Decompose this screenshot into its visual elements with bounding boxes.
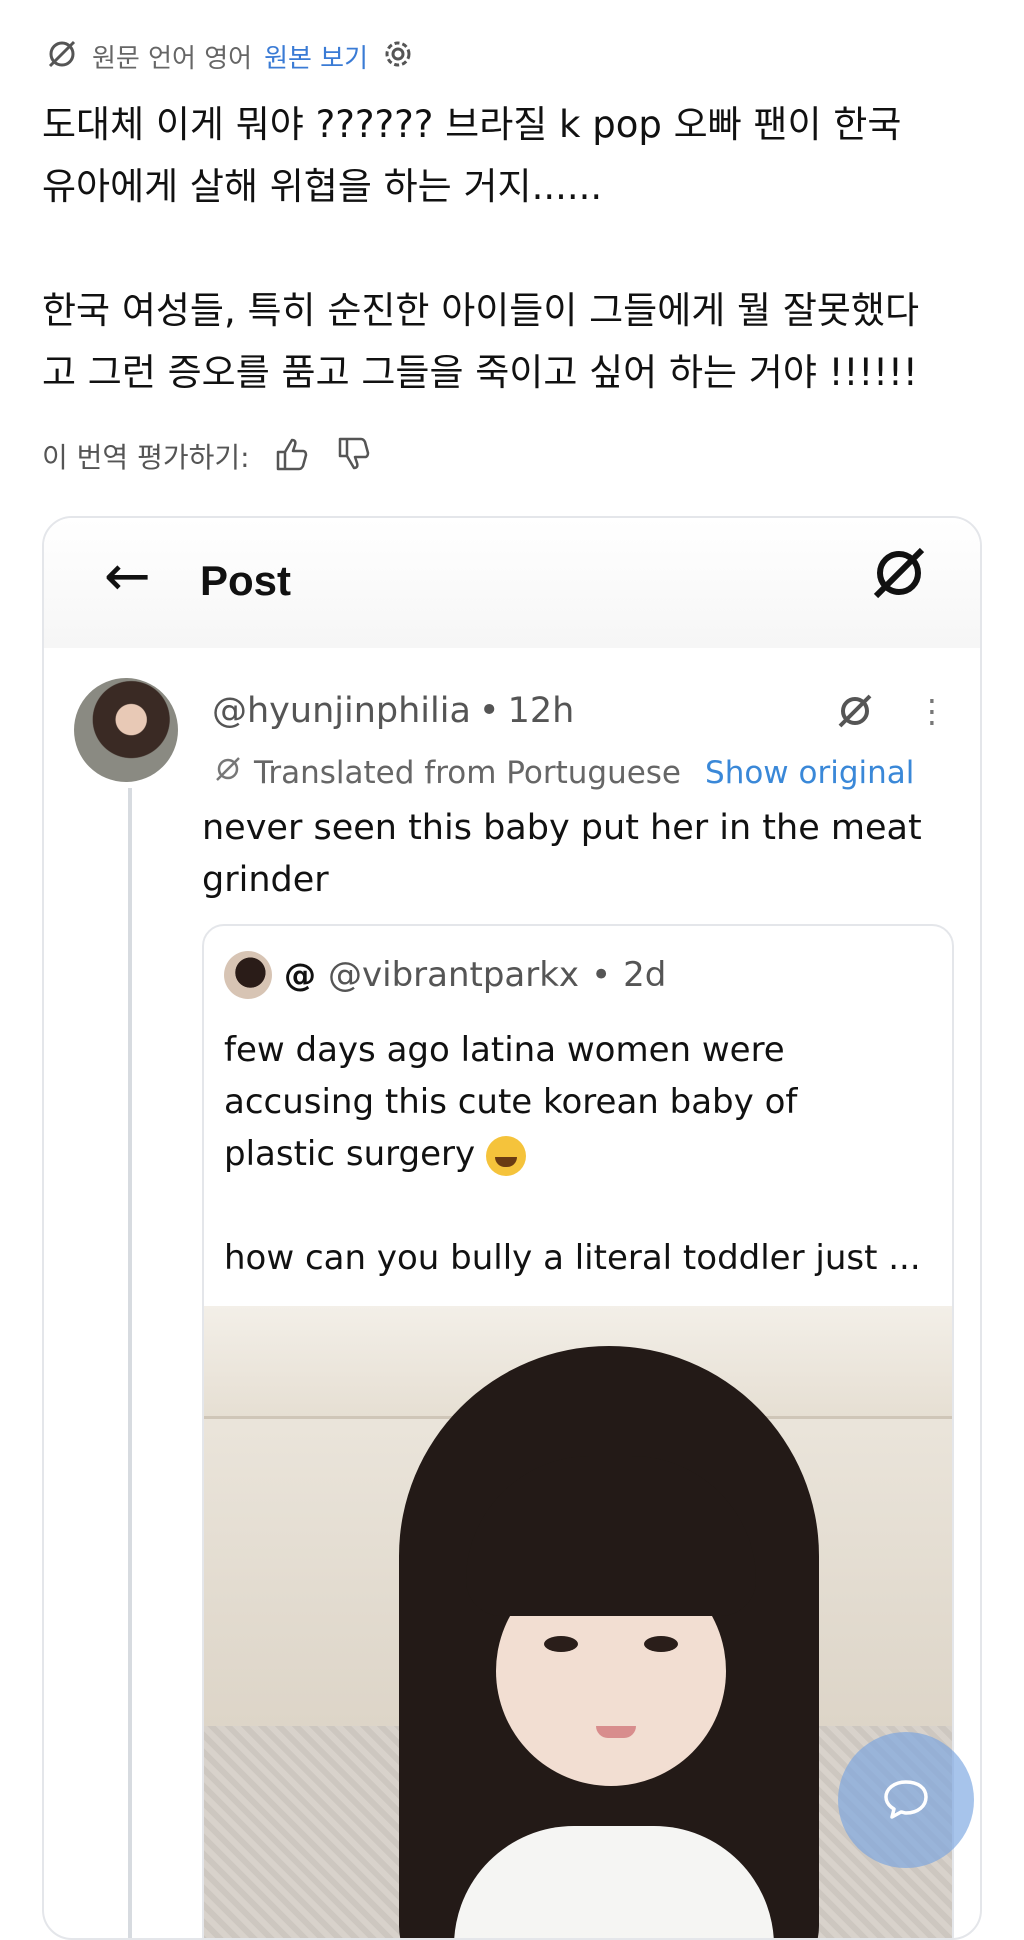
translated-label: Translated from Portuguese — [254, 755, 682, 791]
quoted-handle[interactable]: @vibrantparkx — [328, 955, 579, 995]
avatar[interactable] — [74, 678, 178, 782]
grok-logo-icon[interactable] — [832, 688, 878, 738]
right-eye — [644, 1636, 678, 1652]
thumbs-down-icon[interactable] — [334, 434, 374, 478]
thumbs-up-icon[interactable] — [272, 434, 312, 478]
page-title: Post — [200, 557, 292, 604]
body-line: 유아에게 살해 위협을 하는 거지...... — [42, 165, 603, 208]
source-language-label: 원문 언어 영어 — [92, 43, 253, 74]
tweet-text-line: never seen this baby put her in the meat — [202, 808, 922, 848]
more-vertical-icon[interactable]: ⋮ — [916, 686, 948, 736]
translated-from-row: Translated from Portuguese Show original — [212, 748, 914, 798]
quoted-text-line: few days ago latina women were — [224, 1030, 785, 1070]
quoted-text-line: plastic surgery — [224, 1128, 934, 1180]
tweet-text: never seen this baby put her in the meat… — [202, 802, 942, 906]
user-handle[interactable]: @hyunjinphilia — [212, 691, 471, 731]
post-header — [44, 518, 980, 648]
laughing-emoji-icon — [485, 1135, 526, 1176]
body-line: 한국 여성들, 특히 순진한 아이들이 그들에게 뭘 잘못했다 — [42, 289, 920, 332]
translate-slash-icon — [44, 36, 80, 76]
separator-dot: • — [591, 955, 612, 995]
quoted-text-line3: plastic surgery — [224, 1134, 476, 1174]
body-line: 고 그런 증오를 품고 그들을 죽이고 싶어 하는 거야 !!!!!! — [42, 351, 918, 394]
translated-post-text: 도대체 이게 뭐야 ?????? 브라질 k pop 오빠 팬이 한국 유아에게… — [42, 94, 992, 404]
mouth — [596, 1726, 636, 1738]
rate-translation-label: 이 번역 평가하기: — [42, 441, 250, 474]
body-line: 도대체 이게 뭐야 ?????? 브라질 k pop 오빠 팬이 한국 — [42, 103, 902, 146]
rate-translation-row: 이 번역 평가하기: — [42, 432, 374, 480]
quoted-avatar[interactable] — [224, 951, 272, 999]
quoted-text: few days ago latina women were accusing … — [224, 1024, 934, 1284]
tweet-text-line: grinder — [202, 860, 329, 900]
quoted-text-line: accusing this cute korean baby of — [224, 1082, 798, 1122]
grok-logo-icon[interactable] — [864, 538, 934, 612]
left-eye — [544, 1636, 578, 1652]
view-original-link[interactable]: 원본 보기 — [264, 38, 368, 75]
chat-bubble-icon[interactable] — [838, 1732, 974, 1868]
tweet-time: 12h — [507, 691, 575, 731]
separator-dot: • — [478, 691, 500, 731]
quoted-text-line: how can you bully a literal toddler just… — [224, 1238, 921, 1278]
tweet-user-line: @hyunjinphilia • 12h — [212, 684, 574, 738]
quoted-time: 2d — [623, 955, 667, 995]
thread-line — [128, 788, 132, 1938]
at-symbol: @ — [284, 956, 316, 994]
embedded-screenshot-card[interactable]: ← Post @hyunjinphilia • 12h ⋮ Translated… — [42, 516, 982, 1940]
gear-icon[interactable] — [380, 36, 416, 76]
show-original-link[interactable]: Show original — [705, 755, 914, 791]
translate-slash-icon — [212, 753, 244, 793]
quoted-user-line: @ @vibrantparkx • 2d — [224, 950, 666, 1000]
back-arrow-icon[interactable]: ← — [104, 542, 151, 612]
toddler-photo[interactable] — [204, 1306, 952, 1938]
translation-bar: 원문 언어 영어 원본 보기 — [44, 36, 416, 76]
